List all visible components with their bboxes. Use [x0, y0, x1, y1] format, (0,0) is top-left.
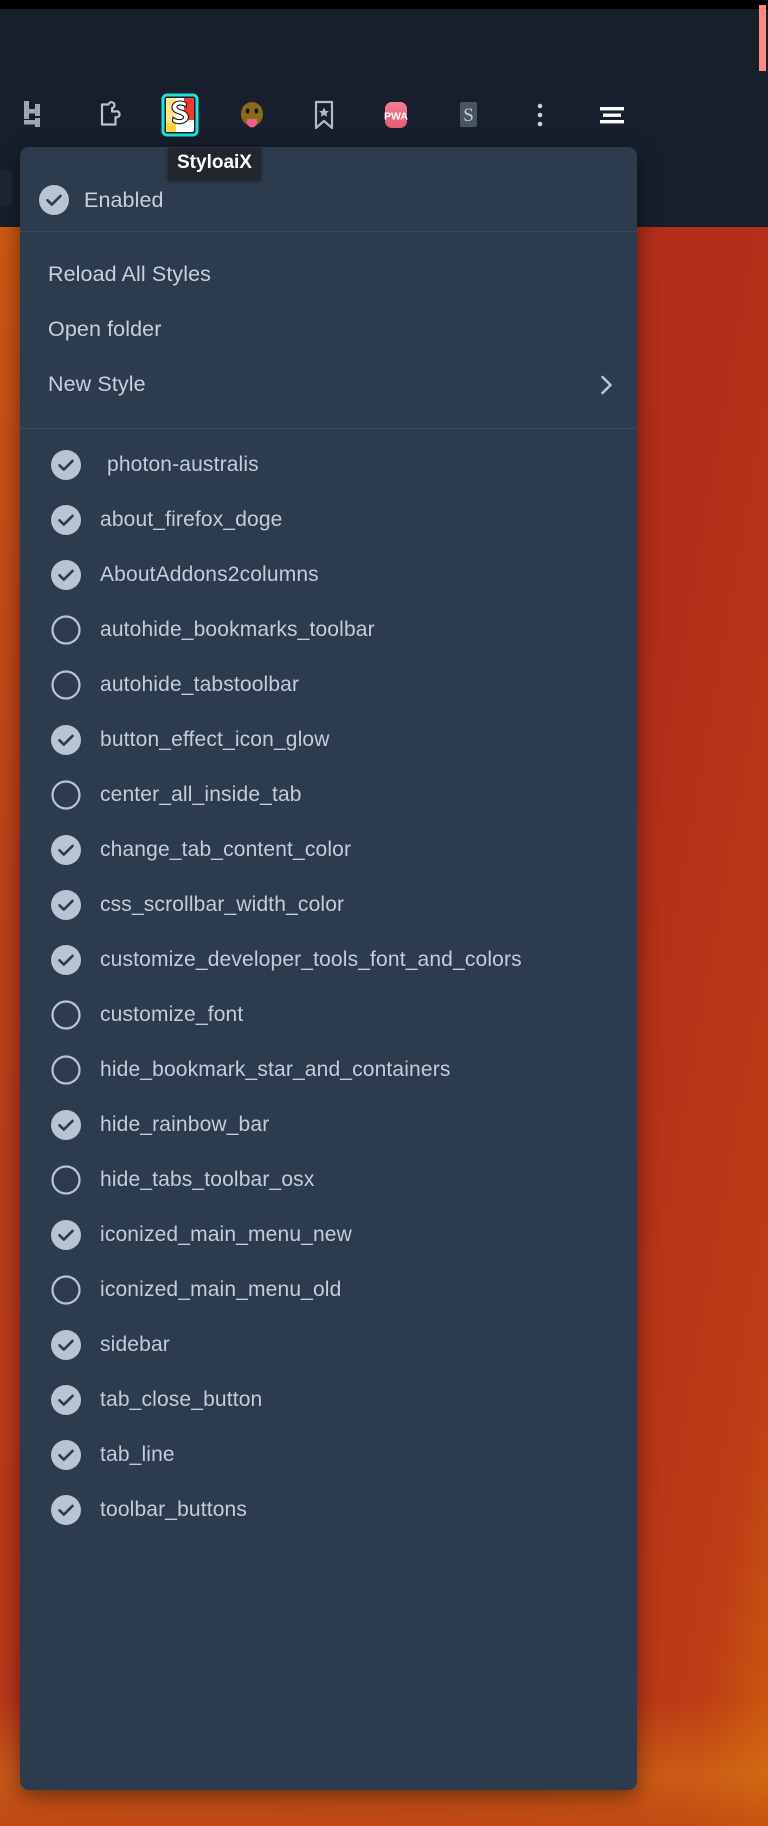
style-list-item[interactable]: customize_font: [20, 987, 637, 1042]
style-list-item-label: photon-australis: [107, 452, 259, 476]
pwa-icon[interactable]: PWA: [360, 82, 432, 148]
page-edge-sliver: [0, 170, 12, 206]
overflow-menu-icon[interactable]: [504, 82, 576, 148]
chevron-right-icon: [593, 372, 619, 398]
browser-window: PWA S Enabled Reload All Styles Open fol…: [0, 0, 768, 1826]
checked-circle-icon: [38, 184, 70, 216]
checked-circle-icon: [50, 1109, 82, 1141]
style-list: photon-australis about_firefox_doge AboutA…: [20, 429, 637, 1537]
tongue-face-icon[interactable]: [216, 82, 288, 148]
unchecked-circle-icon: [50, 1164, 82, 1196]
style-list-item[interactable]: button_effect_icon_glow: [20, 712, 637, 767]
menu-item-reload-all-styles[interactable]: Reload All Styles: [20, 247, 637, 302]
unchecked-circle-icon: [50, 779, 82, 811]
menu-item-open-folder[interactable]: Open folder: [20, 302, 637, 357]
style-list-item[interactable]: AboutAddons2columns: [20, 547, 637, 602]
style-list-item[interactable]: toolbar_buttons: [20, 1482, 637, 1537]
styloaix-popup-menu: Enabled Reload All Styles Open folder Ne…: [20, 147, 637, 1790]
checked-circle-icon: [50, 1439, 82, 1471]
style-list-item-label: iconized_main_menu_new: [100, 1222, 352, 1246]
unchecked-circle-icon: [50, 614, 82, 646]
checked-circle-icon: [50, 449, 82, 481]
checked-circle-icon: [50, 504, 82, 536]
menu-section-actions: Reload All Styles Open folder New Style: [20, 232, 637, 428]
style-list-item[interactable]: photon-australis: [20, 437, 637, 492]
checked-circle-icon: [50, 834, 82, 866]
checked-circle-icon: [50, 724, 82, 756]
style-list-item-label: change_tab_content_color: [100, 837, 352, 861]
window-top-edge: [0, 0, 768, 9]
unchecked-circle-icon: [50, 1054, 82, 1086]
menu-item-enabled-label: Enabled: [84, 187, 164, 212]
style-list-item[interactable]: tab_close_button: [20, 1372, 637, 1427]
checked-circle-icon: [50, 1384, 82, 1416]
style-list-item[interactable]: iconized_main_menu_old: [20, 1262, 637, 1317]
style-list-item[interactable]: autohide_tabstoolbar: [20, 657, 637, 712]
hamburger-menu-icon[interactable]: [576, 82, 648, 148]
menu-item-open-folder-label: Open folder: [48, 317, 162, 341]
style-list-item[interactable]: iconized_main_menu_new: [20, 1207, 637, 1262]
unchecked-circle-icon: [50, 669, 82, 701]
style-list-item[interactable]: change_tab_content_color: [20, 822, 637, 877]
style-list-item-label: center_all_inside_tab: [100, 782, 302, 806]
style-list-item[interactable]: sidebar: [20, 1317, 637, 1372]
style-list-item-label: about_firefox_doge: [100, 507, 283, 531]
style-list-item-label: tab_close_button: [100, 1387, 263, 1411]
style-list-item-label: hide_bookmark_star_and_containers: [100, 1057, 451, 1081]
checked-circle-icon: [50, 1329, 82, 1361]
style-list-item-label: tab_line: [100, 1442, 175, 1466]
page-scrollbar-thumb[interactable]: [759, 5, 766, 71]
toolbar-icon-strip: PWA S: [0, 75, 660, 155]
puzzle-extension-icon[interactable]: [72, 82, 144, 148]
menu-item-reload-all-styles-label: Reload All Styles: [48, 262, 212, 286]
tree-style-tab-icon[interactable]: [0, 82, 72, 148]
s-letter-icon[interactable]: S: [432, 82, 504, 148]
style-list-item-label: hide_tabs_toolbar_osx: [100, 1167, 315, 1191]
style-list-item-label: autohide_bookmarks_toolbar: [100, 617, 375, 641]
menu-item-enabled[interactable]: Enabled: [20, 147, 637, 231]
style-list-item-label: autohide_tabstoolbar: [100, 672, 300, 696]
style-list-item[interactable]: tab_line: [20, 1427, 637, 1482]
style-list-item-label: sidebar: [100, 1332, 170, 1356]
style-list-item-label: AboutAddons2columns: [100, 562, 319, 586]
unchecked-circle-icon: [50, 1274, 82, 1306]
menu-section-toggle: Enabled: [20, 147, 637, 231]
style-list-item-label: iconized_main_menu_old: [100, 1277, 342, 1301]
style-list-item[interactable]: css_scrollbar_width_color: [20, 877, 637, 932]
bookmark-star-icon[interactable]: [288, 82, 360, 148]
style-list-item-label: customize_developer_tools_font_and_color…: [100, 947, 522, 971]
page-scrollbar[interactable]: [758, 0, 768, 1826]
checked-circle-icon: [50, 559, 82, 591]
style-list-item-label: toolbar_buttons: [100, 1497, 248, 1521]
style-list-item-label: hide_rainbow_bar: [100, 1112, 270, 1136]
checked-circle-icon: [50, 889, 82, 921]
svg-text:S: S: [463, 105, 474, 126]
style-list-item[interactable]: about_firefox_doge: [20, 492, 637, 547]
checked-circle-icon: [50, 944, 82, 976]
unchecked-circle-icon: [50, 999, 82, 1031]
style-list-item[interactable]: hide_tabs_toolbar_osx: [20, 1152, 637, 1207]
checked-circle-icon: [50, 1494, 82, 1526]
style-list-item-label: css_scrollbar_width_color: [100, 892, 345, 916]
style-list-item[interactable]: customize_developer_tools_font_and_color…: [20, 932, 637, 987]
style-list-item-label: button_effect_icon_glow: [100, 727, 330, 751]
style-list-item[interactable]: autohide_bookmarks_toolbar: [20, 602, 637, 657]
style-list-item[interactable]: hide_bookmark_star_and_containers: [20, 1042, 637, 1097]
menu-item-new-style[interactable]: New Style: [20, 357, 637, 412]
menu-item-new-style-label: New Style: [48, 372, 146, 396]
styloaix-icon[interactable]: [144, 82, 216, 148]
style-list-item-label: customize_font: [100, 1002, 244, 1026]
checked-circle-icon: [50, 1219, 82, 1251]
svg-text:PWA: PWA: [384, 111, 408, 123]
styloaix-tooltip: StyloaiX: [168, 148, 261, 180]
style-list-item[interactable]: center_all_inside_tab: [20, 767, 637, 822]
style-list-item[interactable]: hide_rainbow_bar: [20, 1097, 637, 1152]
